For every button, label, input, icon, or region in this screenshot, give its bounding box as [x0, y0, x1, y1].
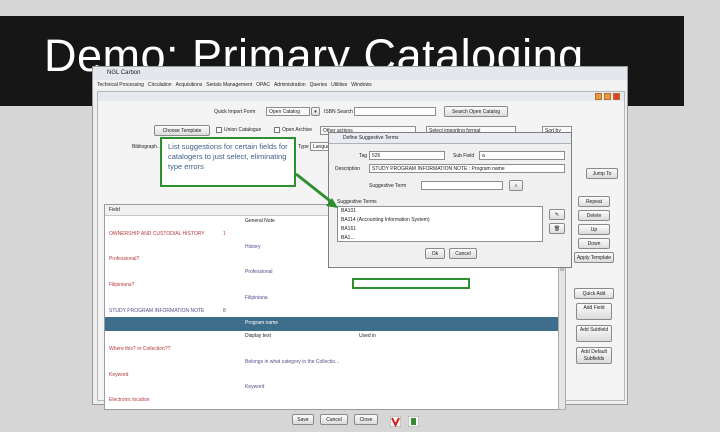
bottom-action-bar: Save Cancel Close — [98, 414, 624, 428]
pdf-icon[interactable] — [389, 414, 402, 428]
highlight-box — [352, 278, 470, 289]
cancel-button[interactable]: Cancel — [320, 414, 348, 425]
table-row[interactable]: URL — [105, 407, 565, 409]
callout-arrow — [295, 172, 338, 208]
save-button[interactable]: Save — [292, 414, 314, 425]
excel-icon[interactable] — [407, 414, 420, 428]
close-button[interactable]: Close — [354, 414, 378, 425]
